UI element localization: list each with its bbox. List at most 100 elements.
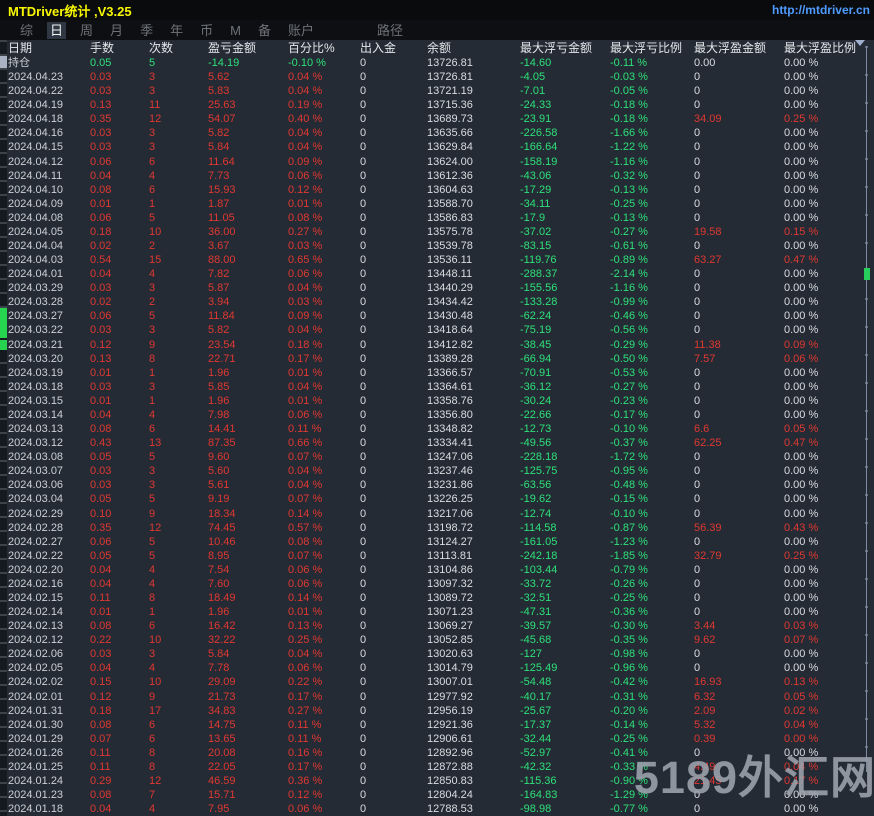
- table-row[interactable]: 2024.03.14 0.04 4 7.98 0.06 % 0 13356.80 -22.66…: [0, 408, 874, 422]
- table-row[interactable]: 2024.04.23 0.03 3 5.62 0.04 % 0 13726.81 -4.05 -…: [0, 70, 874, 84]
- table-row[interactable]: 2024.03.27 0.06 5 11.84 0.09 % 0 13430.48 -62.2…: [0, 309, 874, 323]
- cell-最大浮盈金额: 0: [694, 282, 701, 295]
- tab-2[interactable]: 日: [47, 21, 67, 39]
- app-url-link[interactable]: http://mtdriver.cn: [772, 3, 874, 17]
- table-row[interactable]: 2024.04.03 0.54 15 88.00 0.65 % 0 13536.11 -119…: [0, 253, 874, 267]
- table-row[interactable]: 2024.03.28 0.02 2 3.94 0.03 % 0 13434.42 -133.2…: [0, 295, 874, 309]
- table-row[interactable]: 2024.02.28 0.35 12 74.45 0.57 % 0 13198.72 -114…: [0, 521, 874, 535]
- table-row[interactable]: 2024.02.13 0.08 6 16.42 0.13 % 0 13069.27 -39.5…: [0, 619, 874, 633]
- scroll-arrow-icon[interactable]: [855, 40, 865, 46]
- cell-余额: 13104.86: [427, 563, 473, 576]
- cell-百分比%: 0.01 %: [288, 197, 323, 210]
- cell-手数: 0.04: [90, 408, 112, 421]
- table-row[interactable]: 2024.01.31 0.18 17 34.83 0.27 % 0 12956.19 -25.…: [0, 704, 874, 718]
- table-row-holding[interactable]: 持仓 0.05 5 -14.19 -0.10 % 0 13726.81 -14.60 -0.11…: [0, 56, 874, 70]
- table-row[interactable]: 2024.03.07 0.03 3 5.60 0.04 % 0 13237.46 -125.7…: [0, 464, 874, 478]
- cell-出入金: 0: [360, 563, 367, 576]
- table-row[interactable]: 2024.04.22 0.03 3 5.83 0.04 % 0 13721.19 -7.01 -…: [0, 84, 874, 98]
- table-row[interactable]: 2024.02.20 0.04 4 7.54 0.06 % 0 13104.86 -103.4…: [0, 563, 874, 577]
- table-row[interactable]: 2024.03.12 0.43 13 87.35 0.66 % 0 13334.41 -49.…: [0, 436, 874, 450]
- cell-盈亏金额: 23.54: [208, 338, 236, 351]
- table-row[interactable]: 2024.02.02 0.15 10 29.09 0.22 % 0 13007.01 -54.…: [0, 675, 874, 689]
- cell-最大浮亏比例: -1.85 %: [610, 549, 648, 562]
- tab-7[interactable]: 币: [197, 22, 216, 39]
- table-row[interactable]: 2024.04.12 0.06 6 11.64 0.09 % 0 13624.00 -158.…: [0, 155, 874, 169]
- cell-最大浮亏金额: -125.75: [520, 465, 558, 478]
- table-row[interactable]: 2024.03.06 0.03 3 5.61 0.04 % 0 13231.86 -63.56…: [0, 478, 874, 492]
- cell-最大浮盈比例: 0.00 %: [784, 282, 819, 295]
- table-row[interactable]: 2024.02.12 0.22 10 32.22 0.25 % 0 13052.85 -45.…: [0, 633, 874, 647]
- tab-4[interactable]: 月: [107, 22, 126, 39]
- table-row[interactable]: 2024.04.10 0.08 6 15.93 0.12 % 0 13604.63 -17.2…: [0, 183, 874, 197]
- cell-百分比%: 0.04 %: [288, 380, 323, 393]
- table-row[interactable]: 2024.01.30 0.08 6 14.75 0.11 % 0 12921.36 -17.3…: [0, 718, 874, 732]
- cell-余额: 12921.36: [427, 718, 473, 731]
- cell-最大浮盈金额: 11.38: [694, 338, 721, 351]
- tab-9[interactable]: 备: [255, 22, 274, 39]
- table-row[interactable]: 2024.02.14 0.01 1 1.96 0.01 % 0 13071.23 -47.31…: [0, 605, 874, 619]
- cell-最大浮盈金额: 0: [694, 451, 701, 464]
- table-header-row: 日期 手数 次数 盈亏金额 百分比% 出入金 余额 最大浮亏金额 最大浮亏比例 最大浮盈金额 最大浮…: [0, 40, 874, 56]
- cell-余额: 13624.00: [427, 155, 473, 168]
- tab-10[interactable]: 账户: [285, 22, 317, 39]
- cell-次数: 6: [149, 155, 156, 168]
- table-row[interactable]: 2024.02.29 0.10 9 18.34 0.14 % 0 13217.06 -12.7…: [0, 507, 874, 521]
- tab-1[interactable]: 综: [17, 22, 36, 39]
- table-row[interactable]: 2024.03.20 0.13 8 22.71 0.17 % 0 13389.28 -66.9…: [0, 352, 874, 366]
- table-row[interactable]: 2024.04.09 0.01 1 1.87 0.01 % 0 13588.70 -34.11…: [0, 197, 874, 211]
- cell-次数: 1: [149, 197, 156, 210]
- cell-手数: 0.11: [90, 746, 111, 759]
- table-row[interactable]: 2024.02.16 0.04 4 7.60 0.06 % 0 13097.32 -33.72…: [0, 577, 874, 591]
- table-row[interactable]: 2024.04.11 0.04 4 7.73 0.06 % 0 13612.36 -43.06…: [0, 169, 874, 183]
- table-row[interactable]: 2024.02.05 0.04 4 7.78 0.06 % 0 13014.79 -125.4…: [0, 661, 874, 675]
- table-row[interactable]: 2024.04.04 0.02 2 3.67 0.03 % 0 13539.78 -83.15…: [0, 239, 874, 253]
- cell-百分比%: 0.57 %: [288, 521, 323, 534]
- table-row[interactable]: 2024.04.05 0.18 10 36.00 0.27 % 0 13575.78 -37.…: [0, 225, 874, 239]
- cell-最大浮亏金额: -38.45: [520, 338, 552, 351]
- table-row[interactable]: 2024.03.18 0.03 3 5.85 0.04 % 0 13364.61 -36.12…: [0, 380, 874, 394]
- tab-11[interactable]: 路径: [374, 22, 406, 39]
- cell-百分比%: 0.17 %: [288, 690, 323, 703]
- cell-最大浮亏比例: -0.36 %: [610, 606, 648, 619]
- table-row[interactable]: 2024.02.06 0.03 3 5.84 0.04 % 0 13020.63 -127 -0…: [0, 647, 874, 661]
- cell-次数: 3: [149, 71, 156, 84]
- cell-日期: 2024.04.18: [8, 113, 64, 126]
- cell-出入金: 0: [360, 113, 367, 126]
- cell-余额: 13586.83: [427, 211, 473, 224]
- table-row[interactable]: 2024.04.18 0.35 12 54.07 0.40 % 0 13689.73 -23.…: [0, 112, 874, 126]
- cell-盈亏金额: 3.67: [208, 240, 230, 253]
- tab-3[interactable]: 周: [77, 22, 96, 39]
- table-row[interactable]: 2024.02.15 0.11 8 18.49 0.14 % 0 13089.72 -32.5…: [0, 591, 874, 605]
- table-row[interactable]: 2024.02.22 0.05 5 8.95 0.07 % 0 13113.81 -242.1…: [0, 549, 874, 563]
- cell-盈亏金额: 34.83: [208, 704, 236, 717]
- table-row[interactable]: 2024.03.29 0.03 3 5.87 0.04 % 0 13440.29 -155.5…: [0, 281, 874, 295]
- cell-余额: 13226.25: [427, 493, 473, 506]
- table-row[interactable]: 2024.04.19 0.13 11 25.63 0.19 % 0 13715.36 -24.…: [0, 98, 874, 112]
- cell-次数: 12: [149, 774, 162, 787]
- table-row[interactable]: 2024.02.27 0.06 5 10.46 0.08 % 0 13124.27 -161.…: [0, 535, 874, 549]
- cell-余额: 13069.27: [427, 620, 473, 633]
- cell-最大浮盈金额: 0: [694, 324, 701, 337]
- table-row[interactable]: 2024.03.04 0.05 5 9.19 0.07 % 0 13226.25 -19.62…: [0, 492, 874, 506]
- cell-盈亏金额: 5.87: [208, 282, 230, 295]
- tab-6[interactable]: 年: [167, 22, 186, 39]
- table-row[interactable]: 2024.04.01 0.04 4 7.82 0.06 % 0 13448.11 -288.3…: [0, 267, 874, 281]
- table-row[interactable]: 2024.02.01 0.12 9 21.73 0.17 % 0 12977.92 -40.1…: [0, 690, 874, 704]
- table-row[interactable]: 2024.03.08 0.05 5 9.60 0.07 % 0 13247.06 -228.1…: [0, 450, 874, 464]
- cell-最大浮亏比例: -0.13 %: [610, 183, 648, 196]
- table-row[interactable]: 2024.03.21 0.12 9 23.54 0.18 % 0 13412.82 -38.4…: [0, 338, 874, 352]
- table-row[interactable]: 2024.03.22 0.03 3 5.82 0.04 % 0 13418.64 -75.19…: [0, 323, 874, 337]
- cell-日期: 2024.02.20: [8, 563, 64, 576]
- table-row[interactable]: 2024.03.15 0.01 1 1.96 0.01 % 0 13358.76 -30.24…: [0, 394, 874, 408]
- cell-最大浮亏比例: -0.95 %: [610, 465, 648, 478]
- table-row[interactable]: 2024.04.08 0.06 5 11.05 0.08 % 0 13586.83 -17.9…: [0, 211, 874, 225]
- table-row[interactable]: 2024.04.16 0.03 3 5.82 0.04 % 0 13635.66 -226.5…: [0, 126, 874, 140]
- cell-出入金: 0: [360, 521, 367, 534]
- scrollbar-track[interactable]: [866, 46, 867, 772]
- cell-出入金: 0: [360, 338, 367, 351]
- tab-8[interactable]: M: [227, 22, 244, 39]
- tab-5[interactable]: 季: [137, 22, 156, 39]
- table-row[interactable]: 2024.03.19 0.01 1 1.96 0.01 % 0 13366.57 -70.91…: [0, 366, 874, 380]
- table-row[interactable]: 2024.03.13 0.08 6 14.41 0.11 % 0 13348.82 -12.7…: [0, 422, 874, 436]
- table-row[interactable]: 2024.04.15 0.03 3 5.84 0.04 % 0 13629.84 -166.6…: [0, 140, 874, 154]
